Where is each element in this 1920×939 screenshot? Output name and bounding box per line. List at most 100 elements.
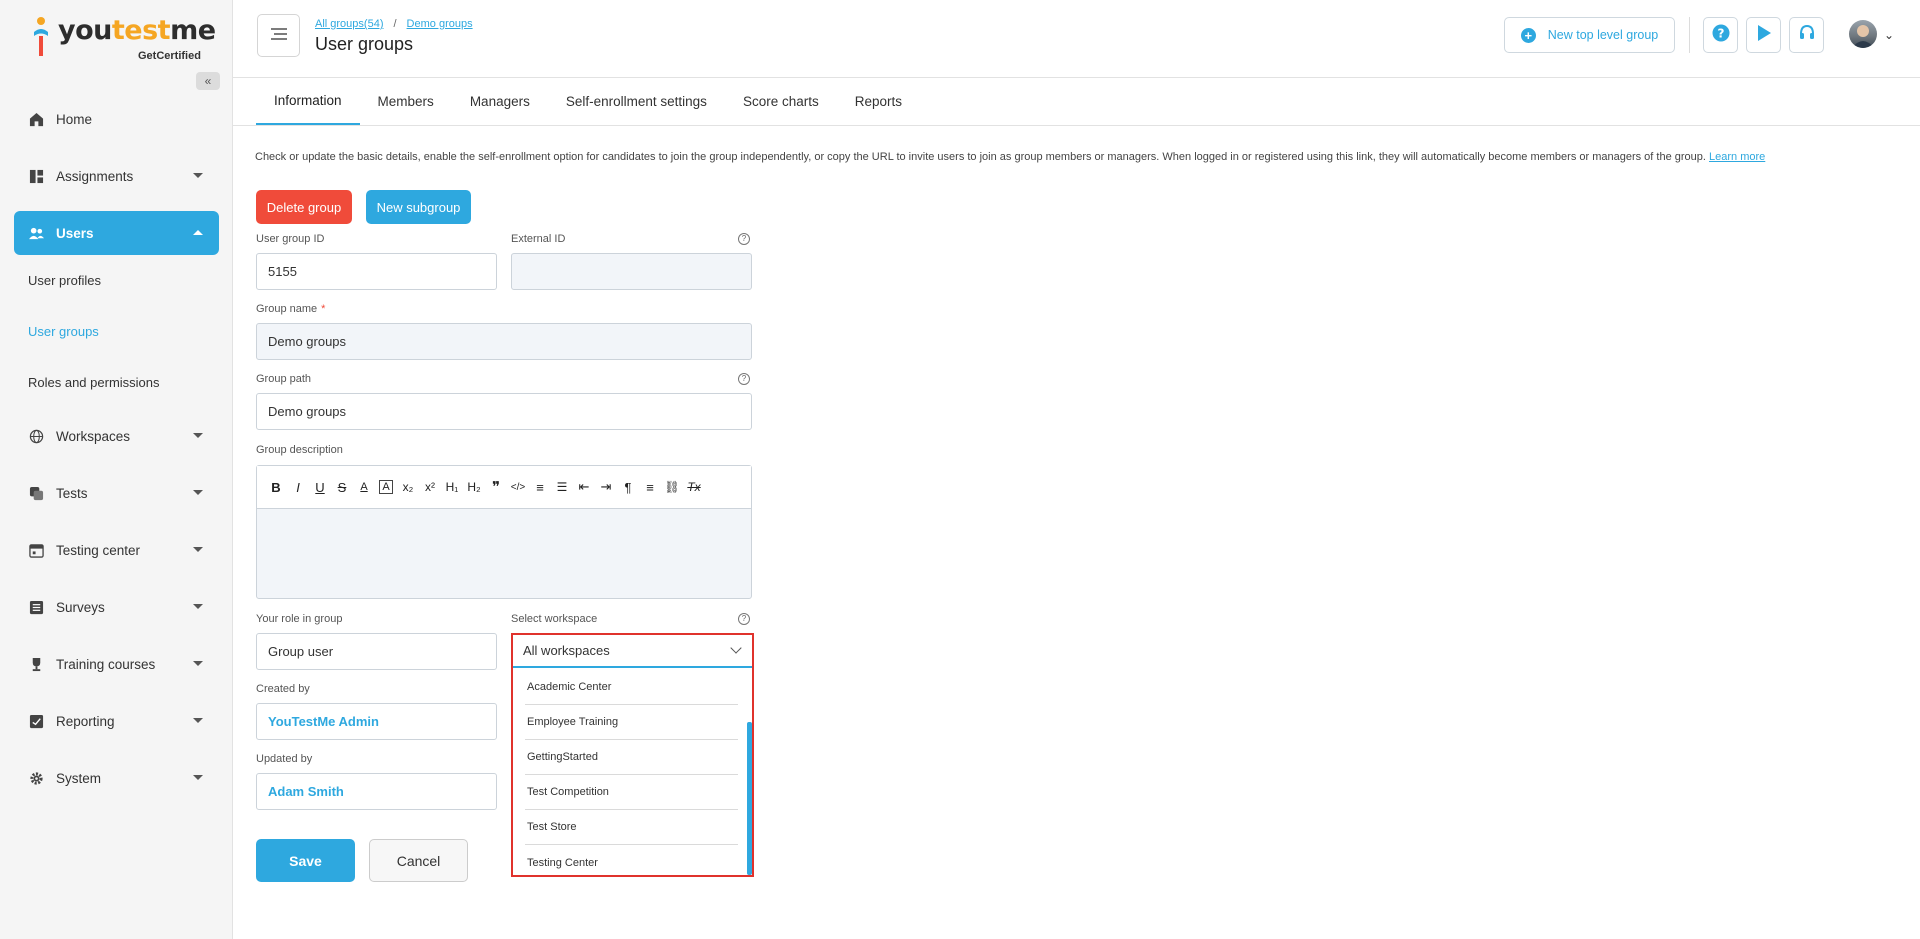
sidebar-subitem-user-profiles[interactable]: User profiles [14,255,219,306]
bold-icon[interactable]: B [265,477,287,497]
trophy-icon [28,656,44,672]
breadcrumb-demo-groups[interactable]: Demo groups [407,18,473,30]
sidebar-item-label: Tests [56,485,88,501]
caret-up-icon [193,230,203,235]
sidebar-item-label: Surveys [56,599,105,615]
collapse-sidebar-button[interactable]: « [196,72,220,90]
user-group-id-field[interactable]: 5155 [256,253,497,290]
indent-icon[interactable]: ⇥ [595,477,617,497]
workspace-selected-label: All workspaces [523,643,610,658]
editor-toolbar: B I U S A A x₂ x² H₁ H₂ ❞ </> ≡ ☰ ⇤ ⇥ ¶ … [257,466,751,509]
cancel-button[interactable]: Cancel [369,839,468,882]
plus-circle-icon: + [1520,27,1536,43]
tab-self-enrollment-settings[interactable]: Self-enrollment settings [548,78,725,125]
users-icon [28,225,44,241]
superscript-icon[interactable]: x² [419,477,441,497]
question-icon: ? [1712,24,1730,47]
group-path-field[interactable]: Demo groups [256,393,752,430]
chevron-down-icon [730,642,742,654]
clear-format-icon[interactable]: Tx [683,477,705,497]
header-divider [1689,17,1690,53]
subscript-icon[interactable]: x₂ [397,477,419,497]
text-direction-icon[interactable]: ¶ [617,477,639,497]
workspace-option[interactable]: Employee Training [525,705,738,740]
caret-down-icon [193,490,203,495]
caret-down-icon [193,604,203,609]
support-button[interactable] [1789,17,1824,53]
workspace-option[interactable]: Test Store [525,810,738,845]
italic-icon[interactable]: I [287,477,309,497]
workspace-option[interactable]: Test Competition [525,775,738,810]
blockquote-icon[interactable]: ❞ [485,477,507,497]
sidebar-item-workspaces[interactable]: Workspaces [14,414,219,458]
workspace-select[interactable]: All workspaces Academic Center Employee … [511,633,754,877]
sidebar-item-system[interactable]: System [14,756,219,800]
avatar[interactable] [1849,20,1877,48]
ordered-list-icon[interactable]: ≡ [529,477,551,497]
link-icon[interactable]: ⛓ [661,477,683,497]
chevron-down-icon[interactable]: ⌄ [1884,28,1894,42]
workspace-select-value[interactable]: All workspaces [513,635,752,668]
font-color-icon[interactable]: A [353,477,375,497]
bullet-list-icon[interactable]: ☰ [551,477,573,497]
highlight-icon[interactable]: A [379,480,393,494]
role-field[interactable]: Group user [256,633,497,670]
sidebar-item-assignments[interactable]: Assignments [14,154,219,198]
new-top-level-group-button[interactable]: + New top level group [1504,17,1675,53]
updated-by-field[interactable]: Adam Smith [256,773,497,810]
sidebar-item-training-courses[interactable]: Training courses [14,642,219,686]
save-button[interactable]: Save [256,839,355,882]
new-subgroup-button[interactable]: New subgroup [366,190,471,224]
group-description-editor[interactable]: B I U S A A x₂ x² H₁ H₂ ❞ </> ≡ ☰ ⇤ ⇥ ¶ … [256,465,752,599]
logo-test: test [111,15,171,46]
sidebar-subitem-label: User profiles [28,273,101,288]
tabs-divider [233,125,1920,126]
tests-icon [28,485,44,501]
workspace-option[interactable]: GettingStarted [525,740,738,775]
workspace-option[interactable]: Testing Center [525,845,738,880]
underline-icon[interactable]: U [309,477,331,497]
tab-score-charts[interactable]: Score charts [725,78,837,125]
code-icon[interactable]: </> [507,477,529,497]
sidebar-item-tests[interactable]: Tests [14,471,219,515]
help-circle-icon[interactable]: ? [738,613,750,625]
learn-more-link[interactable]: Learn more [1709,151,1765,163]
sidebar-subitem-roles-permissions[interactable]: Roles and permissions [14,357,219,408]
tab-reports[interactable]: Reports [837,78,920,125]
sidebar-item-reporting[interactable]: Reporting [14,699,219,743]
breadcrumb-all-groups[interactable]: All groups(54) [315,18,383,30]
required-mark: * [321,303,326,315]
created-by-field[interactable]: YouTestMe Admin [256,703,497,740]
sidebar-item-home[interactable]: Home [14,97,219,141]
menu-toggle-button[interactable] [257,14,300,57]
sidebar-subitem-user-groups[interactable]: User groups [14,306,219,357]
help-circle-icon[interactable]: ? [738,373,750,385]
outdent-icon[interactable]: ⇤ [573,477,595,497]
heading2-icon[interactable]: H₂ [463,477,485,497]
external-id-field[interactable] [511,253,752,290]
info-description: Check or update the basic details, enabl… [255,151,1765,163]
caret-down-icon [193,547,203,552]
help-button[interactable]: ? [1703,17,1738,53]
tab-managers[interactable]: Managers [452,78,548,125]
strikethrough-icon[interactable]: S [331,477,353,497]
tab-members[interactable]: Members [360,78,452,125]
delete-group-button[interactable]: Delete group [256,190,352,224]
logo-mark-icon [30,16,52,60]
align-icon[interactable]: ≡ [639,477,661,497]
logo[interactable]: youtestme GetCertified [30,15,216,62]
sidebar-subitem-label: Roles and permissions [28,375,160,390]
sidebar-item-testing-center[interactable]: Testing center [14,528,219,572]
video-tutorial-button[interactable] [1746,17,1781,53]
workspace-option[interactable]: Academic Center [525,670,738,705]
group-path-label: Group path [256,373,312,385]
group-name-field[interactable]: Demo groups [256,323,752,360]
sidebar-item-surveys[interactable]: Surveys [14,585,219,629]
calendar-icon [28,542,44,558]
tab-information[interactable]: Information [256,78,360,125]
sidebar-item-users[interactable]: Users [14,211,219,255]
help-circle-icon[interactable]: ? [738,233,750,245]
heading1-icon[interactable]: H₁ [441,477,463,497]
sidebar: youtestme GetCertified « Home Assignment… [0,0,233,939]
scrollbar-thumb[interactable] [747,722,752,875]
